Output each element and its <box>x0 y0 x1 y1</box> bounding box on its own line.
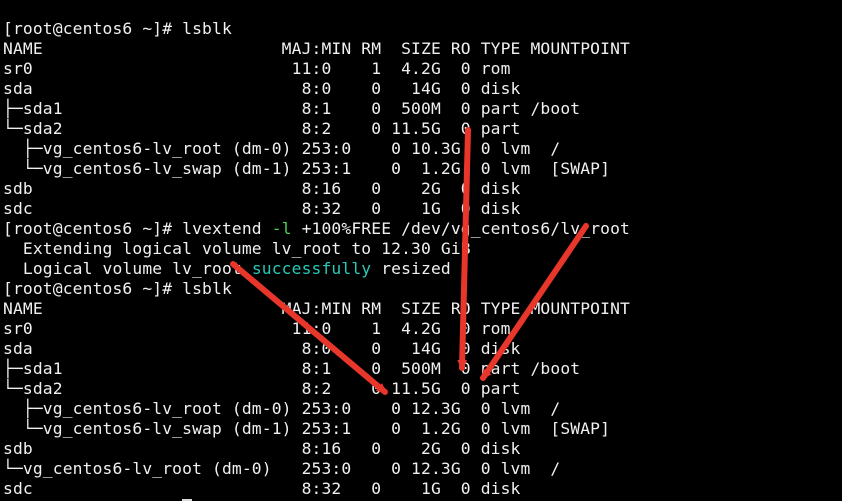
lsblk-header: NAME MAJ:MIN RM SIZE RO TYPE MOUNTPOINT <box>3 39 630 58</box>
command-text: lsblk <box>182 279 232 298</box>
lsblk-row: sr0 11:0 1 4.2G 0 rom <box>3 59 511 78</box>
lsblk-row: sda 8:0 0 14G 0 disk <box>3 339 521 358</box>
lsblk-row: sr0 11:0 1 4.2G 0 rom <box>3 319 511 338</box>
lsblk-row: sdb 8:16 0 2G 0 disk <box>3 179 521 198</box>
lsblk-row: ├─vg_centos6-lv_root (dm-0) 253:0 0 10.3… <box>3 139 561 158</box>
lsblk-row: ├─vg_centos6-lv_root (dm-0) 253:0 0 12.3… <box>3 399 561 418</box>
prompt-line: [root@centos6 ~]# lvextend -l +100%FREE … <box>3 219 842 239</box>
lsblk-row: sdb 8:16 0 2G 0 disk <box>3 439 521 458</box>
lsblk-row: └─vg_centos6-lv_swap (dm-1) 253:1 0 1.2G… <box>3 419 611 438</box>
lsblk-row: └─sda2 8:2 0 11.5G 0 part <box>3 119 521 138</box>
prompt: [root@centos6 ~]# <box>3 219 183 238</box>
output-line: Logical volume lv_root successfully resi… <box>3 259 842 279</box>
lsblk-row: sdc 8:32 0 1G 0 disk <box>3 479 521 498</box>
lsblk-row: sda 8:0 0 14G 0 disk <box>3 79 521 98</box>
command-text: lvextend <box>182 219 272 238</box>
output-line: Extending logical volume lv_root to 12.3… <box>3 239 471 258</box>
command-flag: -l <box>271 219 292 238</box>
success-word: successfully <box>251 259 372 278</box>
prompt-line: [root@centos6 ~]# lsblk <box>3 279 842 299</box>
prompt: [root@centos6 ~]# <box>3 279 183 298</box>
lsblk-row: └─sda2 8:2 0 11.5G 0 part <box>3 379 521 398</box>
command-args: +100%FREE /dev/vg_centos6/lv_root <box>291 219 630 238</box>
command-text: lsblk <box>182 19 232 38</box>
lsblk-row: ├─sda1 8:1 0 500M 0 part /boot <box>3 99 581 118</box>
output-text: resized <box>371 259 451 278</box>
lsblk-row: └─vg_centos6-lv_swap (dm-1) 253:1 0 1.2G… <box>3 159 611 178</box>
lsblk-row: sdc 8:32 0 1G 0 disk <box>3 199 521 218</box>
terminal-window[interactable]: [root@centos6 ~]# lsblk NAME MAJ:MIN RM … <box>3 19 842 501</box>
lsblk-row: └─vg_centos6-lv_root (dm-0) 253:0 0 12.3… <box>3 459 561 478</box>
prompt: [root@centos6 ~]# <box>3 19 183 38</box>
lsblk-header: NAME MAJ:MIN RM SIZE RO TYPE MOUNTPOINT <box>3 299 630 318</box>
lsblk-row: ├─sda1 8:1 0 500M 0 part /boot <box>3 359 581 378</box>
output-text: Logical volume lv_root <box>3 259 252 278</box>
prompt-line: [root@centos6 ~]# lsblk <box>3 19 842 39</box>
